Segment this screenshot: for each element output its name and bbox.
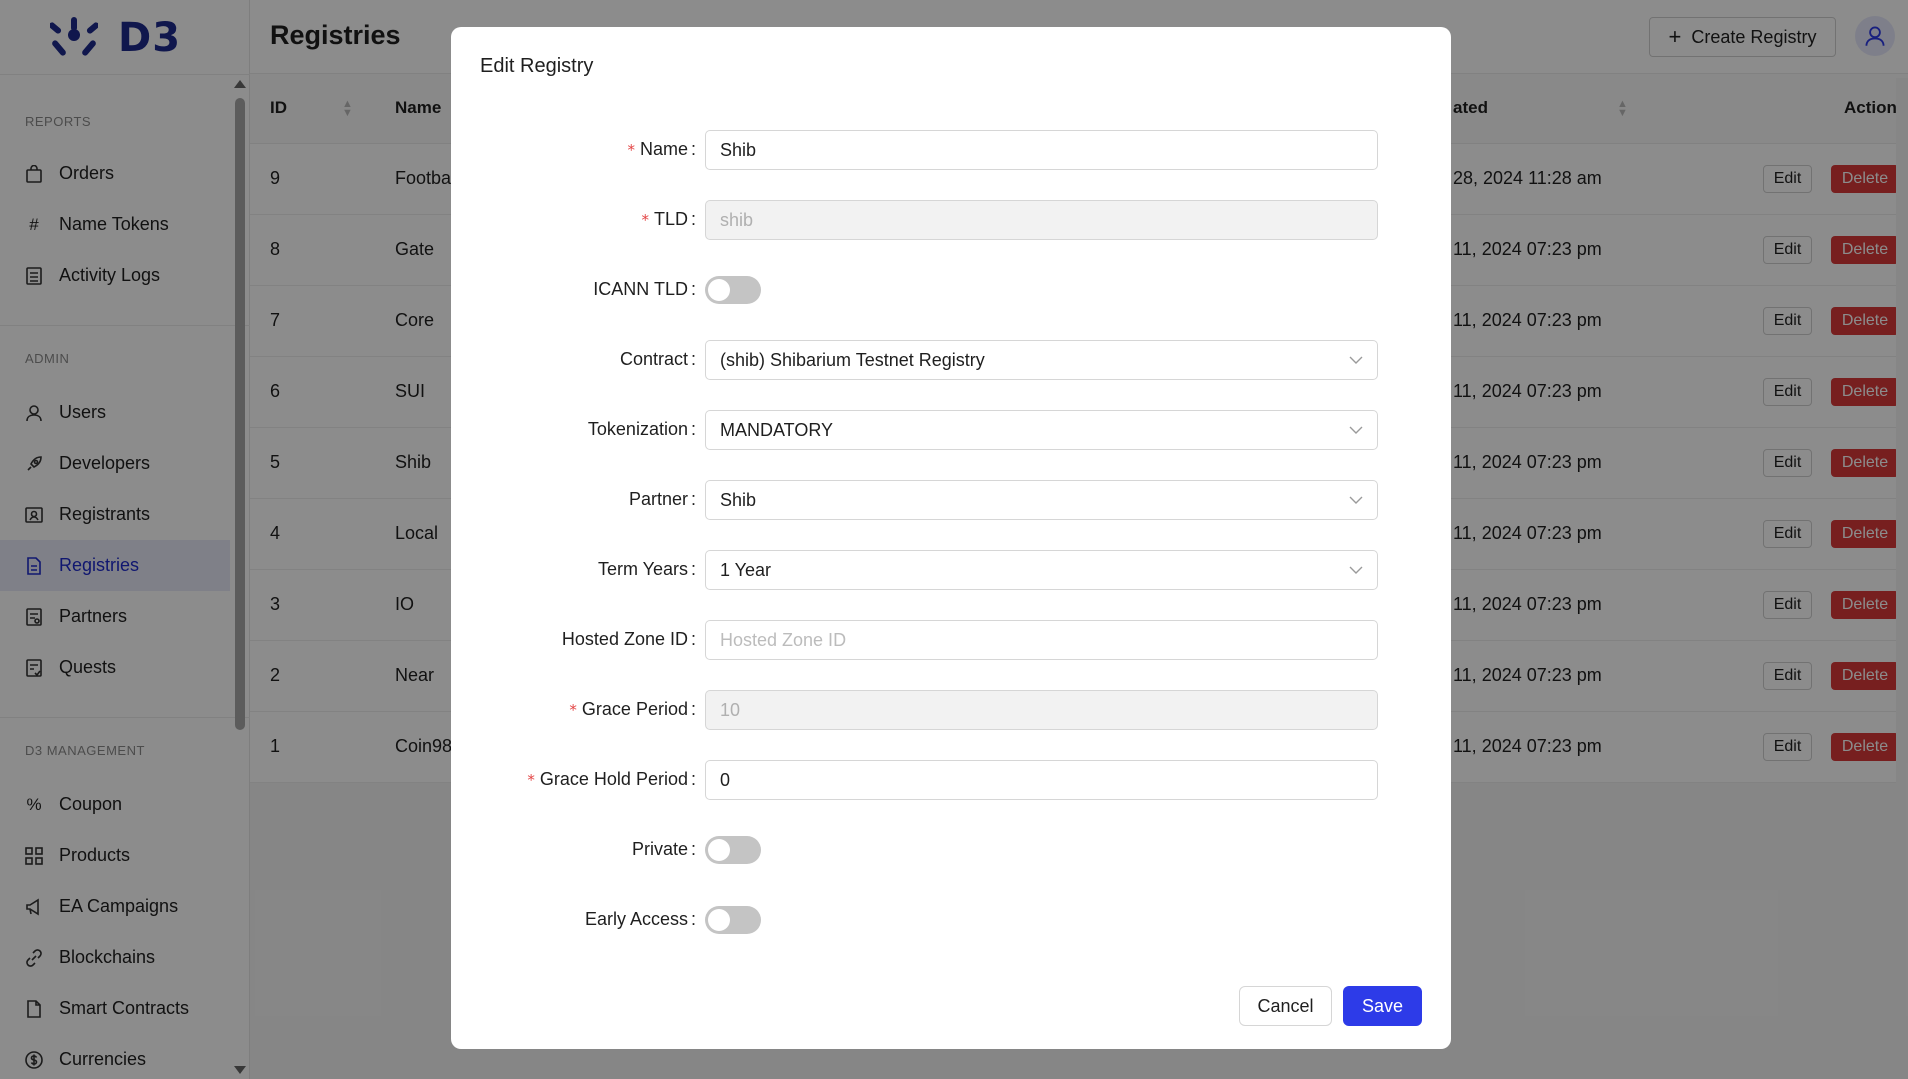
select-value: 1 Year bbox=[720, 559, 772, 580]
label-colon: : bbox=[690, 629, 696, 649]
label-colon: : bbox=[690, 279, 696, 299]
chevron-down-icon bbox=[1349, 356, 1363, 364]
form-row-term-years: Term Years: 1 Year bbox=[451, 550, 1451, 590]
required-marker: * bbox=[527, 771, 535, 789]
edit-registry-modal: Edit Registry * Name: Shib * TLD: shib ICA… bbox=[451, 27, 1451, 1049]
label-colon: : bbox=[690, 699, 696, 719]
label-colon: : bbox=[690, 349, 696, 369]
grace-period-input: 10 bbox=[705, 690, 1378, 730]
field-label: Term Years: bbox=[598, 559, 696, 580]
label-text: Name bbox=[639, 139, 688, 159]
field-label: Hosted Zone ID: bbox=[562, 629, 696, 650]
form-row-contract: Contract: (shib) Shibarium Testnet Regis… bbox=[451, 340, 1451, 380]
required-marker: * bbox=[641, 211, 649, 229]
field-label: * Grace Period: bbox=[569, 699, 696, 720]
label-colon: : bbox=[690, 839, 696, 859]
select-value: MANDATORY bbox=[720, 419, 834, 440]
tld-input: shib bbox=[705, 200, 1378, 240]
form-row-tokenization: Tokenization: MANDATORY bbox=[451, 410, 1451, 450]
label-text: Tokenization bbox=[587, 419, 688, 439]
hosted-zone-id-input[interactable]: Hosted Zone ID bbox=[705, 620, 1378, 660]
cancel-button[interactable]: Cancel bbox=[1239, 986, 1332, 1026]
field-label: Private: bbox=[632, 839, 696, 860]
partner-select[interactable]: Shib bbox=[705, 480, 1378, 520]
form-row-name: * Name: Shib bbox=[451, 130, 1451, 170]
label-text: ICANN TLD bbox=[593, 279, 688, 299]
form-row-early-access: Early Access: bbox=[451, 900, 1451, 940]
field-label: Early Access: bbox=[585, 909, 696, 930]
label-text: Hosted Zone ID bbox=[561, 629, 688, 649]
select-value: Shib bbox=[720, 489, 757, 510]
grace-hold-period-input[interactable]: 0 bbox=[705, 760, 1378, 800]
tokenization-select[interactable]: MANDATORY bbox=[705, 410, 1378, 450]
private-toggle[interactable] bbox=[705, 836, 761, 864]
label-colon: : bbox=[690, 419, 696, 439]
label-text: Term Years bbox=[597, 559, 688, 579]
chevron-down-icon bbox=[1349, 496, 1363, 504]
label-text: Contract bbox=[619, 349, 688, 369]
form-row-hosted-zone-id: Hosted Zone ID: Hosted Zone ID bbox=[451, 620, 1451, 660]
label-colon: : bbox=[690, 769, 696, 789]
field-label: * Grace Hold Period: bbox=[527, 769, 696, 790]
label-colon: : bbox=[690, 489, 696, 509]
label-colon: : bbox=[690, 559, 696, 579]
icann-tld-toggle[interactable] bbox=[705, 276, 761, 304]
modal-title: Edit Registry bbox=[480, 55, 594, 77]
contract-select[interactable]: (shib) Shibarium Testnet Registry bbox=[705, 340, 1378, 380]
field-label: Contract: bbox=[620, 349, 696, 370]
select-value: (shib) Shibarium Testnet Registry bbox=[720, 349, 985, 370]
field-label: Partner: bbox=[629, 489, 696, 510]
form-row-private: Private: bbox=[451, 830, 1451, 870]
label-text: Grace Hold Period bbox=[539, 769, 688, 789]
early-access-toggle[interactable] bbox=[705, 906, 761, 934]
label-text: Early Access bbox=[584, 909, 688, 929]
chevron-down-icon bbox=[1349, 566, 1363, 574]
form-row-partner: Partner: Shib bbox=[451, 480, 1451, 520]
label-text: Grace Period bbox=[581, 699, 688, 719]
save-button[interactable]: Save bbox=[1343, 986, 1422, 1026]
required-marker: * bbox=[569, 701, 577, 719]
label-text: Private bbox=[631, 839, 688, 859]
required-marker: * bbox=[627, 141, 635, 159]
name-input[interactable]: Shib bbox=[705, 130, 1378, 170]
label-text: Partner bbox=[628, 489, 688, 509]
field-label: * TLD: bbox=[641, 209, 696, 230]
label-colon: : bbox=[690, 139, 696, 159]
form-row-grace-period: * Grace Period: 10 bbox=[451, 690, 1451, 730]
form-row-icann-tld: ICANN TLD: bbox=[451, 270, 1451, 310]
label-colon: : bbox=[690, 209, 696, 229]
form-row-grace-hold-period: * Grace Hold Period: 0 bbox=[451, 760, 1451, 800]
chevron-down-icon bbox=[1349, 426, 1363, 434]
label-text: TLD bbox=[653, 209, 688, 229]
term-years-select[interactable]: 1 Year bbox=[705, 550, 1378, 590]
field-label: Tokenization: bbox=[588, 419, 696, 440]
field-label: * Name: bbox=[627, 139, 696, 160]
label-colon: : bbox=[690, 909, 696, 929]
form-row-tld: * TLD: shib bbox=[451, 200, 1451, 240]
field-label: ICANN TLD: bbox=[593, 279, 696, 300]
